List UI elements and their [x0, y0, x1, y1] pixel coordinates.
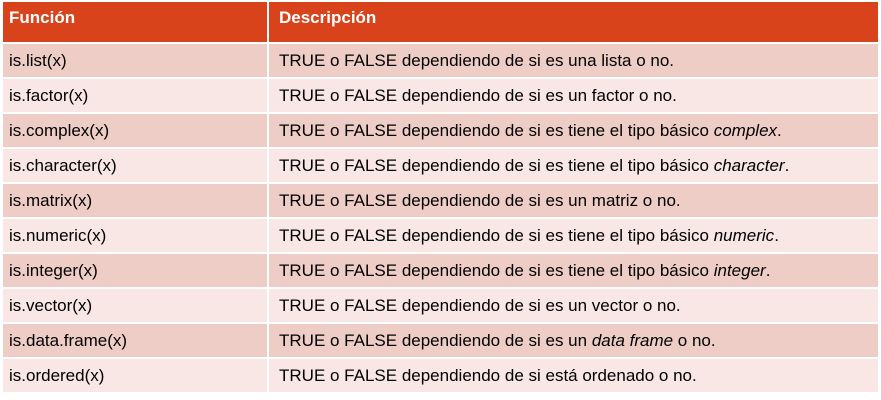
function-cell: is.integer(x) [3, 253, 269, 289]
function-cell: is.list(x) [3, 43, 269, 79]
description-text: TRUE o FALSE dependiendo de si es un mat… [279, 191, 681, 210]
description-suffix: . [765, 261, 771, 280]
description-suffix: o no. [673, 331, 716, 350]
description-text: TRUE o FALSE dependiendo de si es un [279, 331, 592, 350]
table-row: is.list(x) TRUE o FALSE dependiendo de s… [3, 43, 878, 79]
description-text: TRUE o FALSE dependiendo de si es tiene … [279, 261, 714, 280]
description-cell: TRUE o FALSE dependiendo de si es un vec… [268, 288, 878, 324]
function-cell: is.ordered(x) [3, 358, 269, 394]
description-text: TRUE o FALSE dependiendo de si es tiene … [279, 226, 714, 245]
description-text: TRUE o FALSE dependiendo de si es tiene … [279, 121, 714, 140]
table-header: Función Descripción [3, 2, 878, 44]
function-cell: is.matrix(x) [3, 183, 269, 219]
function-cell: is.numeric(x) [3, 218, 269, 254]
header-funcion: Función [3, 2, 269, 44]
description-cell: TRUE o FALSE dependiendo de si es tiene … [268, 218, 878, 254]
description-suffix: . [777, 121, 782, 140]
table-row: is.character(x) TRUE o FALSE dependiendo… [3, 148, 878, 184]
description-suffix: . [784, 156, 790, 175]
description-suffix: . [774, 226, 779, 245]
table-row: is.matrix(x) TRUE o FALSE dependiendo de… [3, 183, 878, 219]
description-emphasis: data frame [591, 331, 674, 350]
description-cell: TRUE o FALSE dependiendo de si es tiene … [268, 253, 878, 289]
description-cell: TRUE o FALSE dependiendo de si es un mat… [268, 183, 878, 219]
function-cell: is.data.frame(x) [3, 323, 269, 359]
description-text: TRUE o FALSE dependiendo de si es tiene … [279, 156, 714, 175]
description-cell: TRUE o FALSE dependiendo de si es un dat… [268, 323, 878, 359]
header-descripcion: Descripción [268, 2, 878, 44]
table-row: is.numeric(x) TRUE o FALSE dependiendo d… [3, 218, 878, 254]
description-text: TRUE o FALSE dependiendo de si es un fac… [279, 86, 677, 105]
function-cell: is.vector(x) [3, 288, 269, 324]
description-emphasis: character [713, 156, 785, 175]
table-row: is.data.frame(x) TRUE o FALSE dependiend… [3, 323, 878, 359]
function-cell: is.factor(x) [3, 78, 269, 114]
description-text: TRUE o FALSE dependiendo de si es una li… [279, 51, 675, 70]
table-row: is.vector(x) TRUE o FALSE dependiendo de… [3, 288, 878, 324]
description-cell: TRUE o FALSE dependiendo de si está orde… [268, 358, 878, 394]
description-cell: TRUE o FALSE dependiendo de si es tiene … [268, 113, 878, 149]
functions-table-container: Función Descripción is.list(x) TRUE o FA… [3, 2, 878, 394]
table-row: is.ordered(x) TRUE o FALSE dependiendo d… [3, 358, 878, 394]
function-cell: is.complex(x) [3, 113, 269, 149]
header-row: Función Descripción [3, 2, 878, 44]
table-row: is.complex(x) TRUE o FALSE dependiendo d… [3, 113, 878, 149]
table-row: is.factor(x) TRUE o FALSE dependiendo de… [3, 78, 878, 114]
description-emphasis: complex [713, 121, 778, 140]
description-cell: TRUE o FALSE dependiendo de si es una li… [268, 43, 878, 79]
description-cell: TRUE o FALSE dependiendo de si es un fac… [268, 78, 878, 114]
functions-table: Función Descripción is.list(x) TRUE o FA… [3, 2, 878, 394]
function-cell: is.character(x) [3, 148, 269, 184]
description-text: TRUE o FALSE dependiendo de si es un vec… [279, 296, 681, 315]
description-cell: TRUE o FALSE dependiendo de si es tiene … [268, 148, 878, 184]
description-text: TRUE o FALSE dependiendo de si está orde… [279, 366, 697, 385]
description-emphasis: integer [713, 261, 766, 280]
description-emphasis: numeric [713, 226, 775, 245]
table-row: is.integer(x) TRUE o FALSE dependiendo d… [3, 253, 878, 289]
table-body: is.list(x) TRUE o FALSE dependiendo de s… [3, 43, 878, 394]
